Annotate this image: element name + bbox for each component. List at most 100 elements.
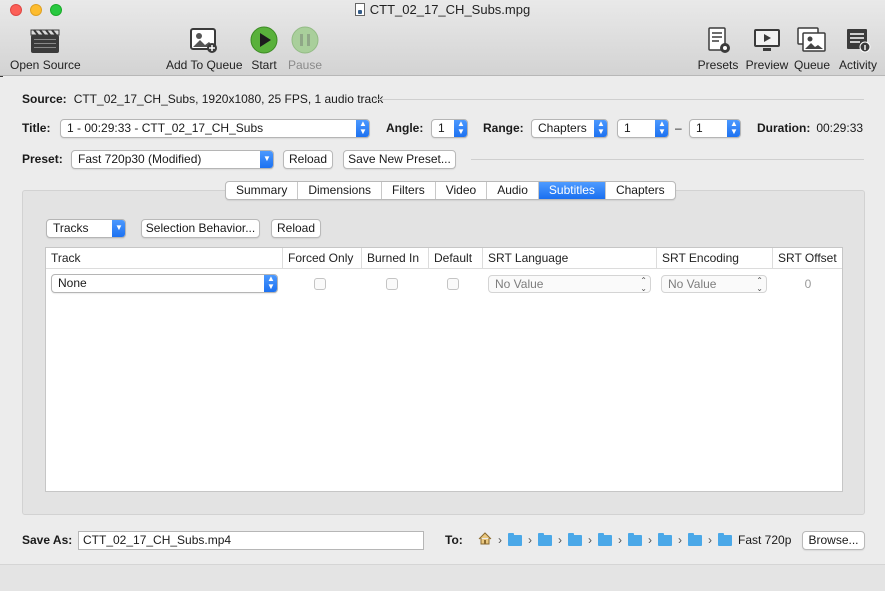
- folder-icon: [628, 532, 642, 546]
- chevron-right-icon: ›: [528, 533, 532, 547]
- preset-label-wrap: Preset:: [22, 152, 63, 166]
- tab-video[interactable]: Video: [436, 182, 488, 199]
- tracks-popup-value: Tracks: [53, 221, 89, 235]
- add-to-queue-icon: [166, 24, 240, 56]
- title-popup[interactable]: 1 - 00:29:33 - CTT_02_17_CH_Subs ▲ ▼: [60, 119, 370, 138]
- tab-summary[interactable]: Summary: [226, 182, 299, 199]
- document-icon: [354, 3, 365, 16]
- save-new-preset-button[interactable]: Save New Preset...: [343, 150, 456, 169]
- destination-folder-name: Fast 720p: [738, 533, 792, 547]
- preview-monitor-icon: [744, 24, 790, 56]
- column-burned-in[interactable]: Burned In: [362, 248, 429, 269]
- start-button[interactable]: Start: [248, 24, 280, 72]
- tab-dimensions[interactable]: Dimensions: [298, 182, 383, 199]
- track-select-value: None: [58, 276, 87, 290]
- preset-value: Fast 720p30 (Modified): [78, 152, 202, 166]
- srt-offset-value[interactable]: 0: [773, 277, 843, 291]
- tab-subtitles[interactable]: Subtitles: [538, 182, 606, 199]
- subtitles-reload-button[interactable]: Reload: [271, 219, 321, 238]
- clapperboard-icon: [10, 24, 80, 56]
- column-default[interactable]: Default: [429, 248, 483, 269]
- burned-in-checkbox[interactable]: [386, 278, 398, 290]
- selection-behavior-button[interactable]: Selection Behavior...: [141, 219, 260, 238]
- folder-icon: [688, 532, 702, 546]
- tab-audio[interactable]: Audio: [487, 182, 539, 199]
- title-popup-value: 1 - 00:29:33 - CTT_02_17_CH_Subs: [67, 121, 264, 135]
- folder-icon: [718, 532, 732, 546]
- forced-only-checkbox[interactable]: [314, 278, 326, 290]
- source-row: Source: CTT_02_17_CH_Subs, 1920x1080, 25…: [22, 92, 383, 106]
- folder-icon: [598, 532, 612, 546]
- column-srt-language[interactable]: SRT Language: [483, 248, 657, 269]
- srt-language-select[interactable]: No Value ⌃ ⌄: [488, 275, 651, 293]
- save-as-field[interactable]: CTT_02_17_CH_Subs.mp4: [78, 531, 424, 550]
- save-as-label-wrap: Save As:: [22, 533, 72, 547]
- to-label: To:: [445, 533, 463, 547]
- title-label: Title:: [22, 121, 51, 135]
- tab-filters[interactable]: Filters: [382, 182, 436, 199]
- folder-icon: [658, 532, 672, 546]
- range-label: Range:: [483, 121, 524, 135]
- up-down-arrows-icon: ▲ ▼: [727, 120, 740, 137]
- range-end-popup[interactable]: 1 ▲ ▼: [689, 119, 741, 138]
- up-down-arrows-icon: ▲ ▼: [356, 120, 369, 137]
- srt-encoding-select[interactable]: No Value ⌃ ⌄: [661, 275, 767, 293]
- duration-label: Duration:: [757, 121, 811, 135]
- chevron-right-icon: ›: [558, 533, 562, 547]
- open-source-button[interactable]: Open Source: [10, 24, 81, 72]
- main-content: Source: CTT_02_17_CH_Subs, 1920x1080, 25…: [0, 77, 885, 591]
- queue-button[interactable]: Queue: [793, 24, 831, 72]
- activity-log-icon: [836, 24, 880, 56]
- preset-separator: [471, 159, 864, 160]
- angle-popup[interactable]: 1 ▲ ▼: [431, 119, 468, 138]
- up-down-arrows-icon: ▲ ▼: [264, 275, 277, 292]
- srt-encoding-value: No Value: [668, 277, 717, 291]
- tab-chapters[interactable]: Chapters: [606, 182, 675, 199]
- preview-button[interactable]: Preview: [744, 24, 790, 72]
- preset-label: Preset:: [22, 152, 63, 166]
- range-type-popup[interactable]: Chapters ▲ ▼: [531, 119, 608, 138]
- range-type-value: Chapters: [538, 121, 587, 135]
- chevron-right-icon: ›: [708, 533, 712, 547]
- preset-popup[interactable]: Fast 720p30 (Modified) ▼: [71, 150, 274, 169]
- tracks-popup[interactable]: Tracks ▼: [46, 219, 126, 238]
- default-checkbox[interactable]: [447, 278, 459, 290]
- chevron-down-icon: ▼: [260, 151, 273, 168]
- up-down-arrows-icon: ▲ ▼: [454, 120, 467, 137]
- column-forced-only[interactable]: Forced Only: [283, 248, 362, 269]
- angle-label: Angle:: [386, 121, 424, 135]
- up-down-arrows-icon: ▲ ▼: [655, 120, 668, 137]
- settings-tabs: Summary Dimensions Filters Video Audio S…: [225, 181, 676, 200]
- range-start-popup[interactable]: 1 ▲ ▼: [617, 119, 669, 138]
- queue-icon: [793, 24, 831, 56]
- window-title: CTT_02_17_CH_Subs.mpg: [0, 2, 885, 17]
- presets-button[interactable]: Presets: [696, 24, 740, 72]
- preset-reload-button[interactable]: Reload: [283, 150, 333, 169]
- source-label: Source:: [22, 92, 67, 106]
- to-label-wrap: To:: [445, 533, 463, 547]
- up-down-arrows-icon: ▲ ▼: [594, 120, 607, 137]
- save-as-label: Save As:: [22, 533, 73, 547]
- table-header: Track Forced Only Burned In Default SRT …: [46, 248, 842, 269]
- browse-button[interactable]: Browse...: [802, 531, 865, 550]
- up-down-arrows-icon: ⌃ ⌄: [756, 276, 763, 293]
- column-srt-encoding[interactable]: SRT Encoding: [657, 248, 773, 269]
- angle-value: 1: [438, 121, 445, 135]
- destination-path[interactable]: › › › › › › › › Fast 720p: [478, 532, 792, 548]
- source-separator: [374, 99, 864, 100]
- add-to-queue-button[interactable]: Add To Queue: [166, 24, 243, 72]
- track-select[interactable]: None ▲ ▼: [51, 274, 278, 293]
- column-srt-offset[interactable]: SRT Offset: [773, 248, 843, 269]
- chevron-right-icon: ›: [498, 533, 502, 547]
- activity-button[interactable]: Activity: [836, 24, 880, 72]
- column-track[interactable]: Track: [46, 248, 283, 269]
- home-icon: [478, 532, 492, 548]
- play-icon: [248, 24, 280, 56]
- pause-icon: [288, 24, 322, 56]
- status-bar: [0, 564, 885, 591]
- folder-icon: [508, 532, 522, 546]
- folder-icon: [538, 532, 552, 546]
- range-start-value: 1: [624, 121, 631, 135]
- duration-row: Duration: 00:29:33: [757, 121, 863, 135]
- pause-button[interactable]: Pause: [288, 24, 322, 72]
